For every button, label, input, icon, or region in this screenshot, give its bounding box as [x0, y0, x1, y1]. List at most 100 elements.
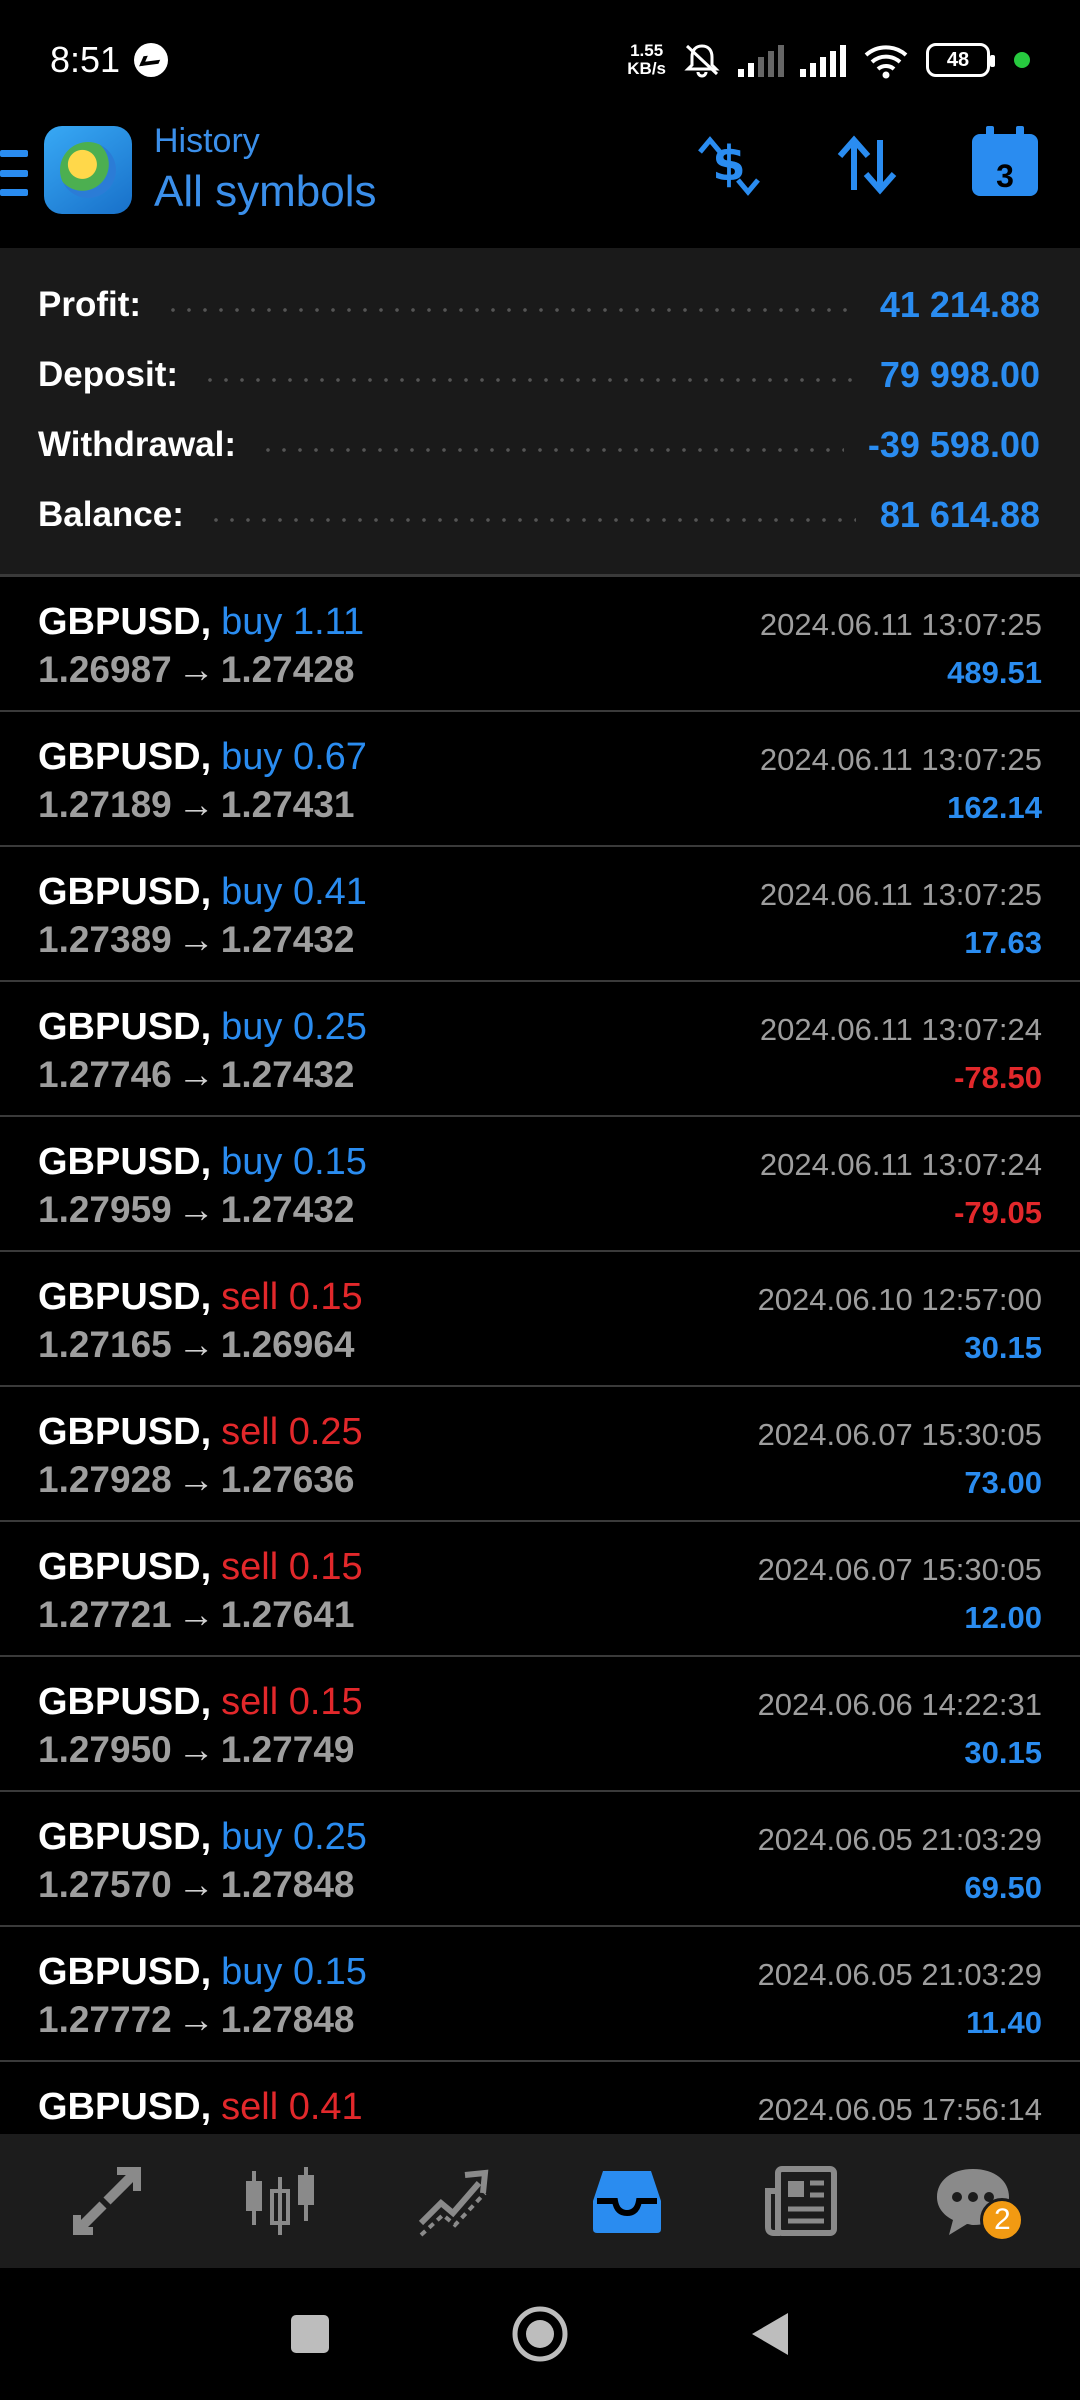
arrow-right-icon: → — [177, 919, 215, 960]
signal-strength-1-icon — [738, 43, 784, 77]
deal-close-price: 1.27432 — [220, 1054, 355, 1095]
deal-row[interactable]: GBPUSD, sell 0.15 1.27950 → 1.27749 2024.06.0… — [0, 1657, 1080, 1792]
balance-value: 81 614.88 — [879, 494, 1040, 535]
deal-title: GBPUSD, sell 0.25 — [38, 1411, 363, 1454]
deal-time: 2024.06.10 12:57:00 — [757, 1282, 1042, 1317]
dotted-leader — [260, 448, 844, 452]
deal-close-price: 1.27432 — [220, 919, 355, 960]
bottom-navigation: 2 — [0, 2134, 1080, 2268]
balance-label: Balance: — [38, 495, 184, 534]
deal-profit: -78.50 — [954, 1060, 1042, 1095]
nav-history[interactable] — [572, 2146, 682, 2256]
deal-row[interactable]: GBPUSD, buy 1.11 1.26987 → 1.27428 2024.06.11… — [0, 577, 1080, 712]
deal-symbol: GBPUSD, — [38, 1411, 212, 1453]
deal-close-price: 1.27848 — [220, 1999, 355, 2040]
deal-time: 2024.06.05 17:56:14 — [757, 2092, 1042, 2127]
deal-time: 2024.06.11 13:07:24 — [759, 1147, 1042, 1182]
deal-row[interactable]: GBPUSD, sell 0.15 1.27721 → 1.27641 2024.06.0… — [0, 1522, 1080, 1657]
deal-prices: 1.27721 → 1.27641 — [38, 1594, 355, 1636]
arrow-right-icon: → — [177, 1459, 215, 1500]
deal-profit: 30.15 — [964, 1330, 1042, 1365]
deal-title: GBPUSD, sell 0.15 — [38, 1276, 363, 1319]
deal-symbol: GBPUSD, — [38, 1681, 212, 1723]
deal-title: GBPUSD, buy 0.25 — [38, 1816, 367, 1859]
nav-trade[interactable] — [398, 2146, 508, 2256]
deal-row[interactable]: GBPUSD, sell 0.41 2024.06.05 17:56:14 — [0, 2062, 1080, 2134]
arrow-right-icon: → — [177, 1189, 215, 1230]
deal-close-price: 1.27432 — [220, 1189, 355, 1230]
deal-close-price: 1.27431 — [220, 784, 355, 825]
trade-icon — [419, 2169, 489, 2237]
nav-quotes[interactable] — [52, 2146, 162, 2256]
sort-button[interactable] — [832, 130, 902, 200]
deal-close-price: 1.27641 — [220, 1594, 355, 1635]
deal-row[interactable]: GBPUSD, buy 0.41 1.27389 → 1.27432 2024.06.11… — [0, 847, 1080, 982]
deal-prices: 1.27928 → 1.27636 — [38, 1459, 355, 1501]
back-button[interactable] — [735, 2299, 805, 2369]
deposit-label: Deposit: — [38, 355, 178, 394]
deal-profit: 17.63 — [964, 925, 1042, 960]
nav-chart[interactable] — [225, 2146, 335, 2256]
deal-title: GBPUSD, buy 0.15 — [38, 1141, 367, 1184]
deal-row[interactable]: GBPUSD, buy 0.15 1.27772 → 1.27848 2024.06.05… — [0, 1927, 1080, 2062]
deal-open-price: 1.27959 — [38, 1189, 172, 1230]
recents-button[interactable] — [275, 2299, 345, 2369]
deal-row[interactable]: GBPUSD, sell 0.15 1.27165 → 1.26964 2024.06.1… — [0, 1252, 1080, 1387]
deal-open-price: 1.27570 — [38, 1864, 172, 1905]
deal-row[interactable]: GBPUSD, sell 0.25 1.27928 → 1.27636 2024.06.0… — [0, 1387, 1080, 1522]
withdrawal-value: -39 598.00 — [867, 424, 1040, 465]
network-speed-value: 1.55 — [630, 41, 664, 60]
deposit-withdraw-button[interactable]: $ — [694, 130, 764, 200]
deal-row[interactable]: GBPUSD, buy 0.15 1.27959 → 1.27432 2024.06.11… — [0, 1117, 1080, 1252]
nav-messages[interactable]: 2 — [918, 2146, 1028, 2256]
deal-open-price: 1.27928 — [38, 1459, 172, 1500]
privacy-dot-icon — [1014, 52, 1030, 68]
arrow-right-icon: → — [177, 1054, 215, 1095]
deals-list[interactable]: GBPUSD, buy 1.11 1.26987 → 1.27428 2024.06.11… — [0, 577, 1080, 2134]
deal-title: GBPUSD, sell 0.15 — [38, 1546, 363, 1589]
deal-direction: buy 0.25 — [221, 1816, 367, 1858]
deal-prices: 1.27570 → 1.27848 — [38, 1864, 355, 1906]
deal-profit: -79.05 — [954, 1195, 1042, 1230]
triangle-back-icon — [752, 2313, 788, 2355]
deal-row[interactable]: GBPUSD, buy 0.25 1.27570 → 1.27848 2024.06.05… — [0, 1792, 1080, 1927]
arrow-right-icon: → — [177, 1729, 215, 1770]
summary-deposit-row: Deposit: 79 998.00 — [38, 340, 1040, 410]
messages-badge: 2 — [980, 2198, 1025, 2242]
nav-news[interactable] — [745, 2146, 855, 2256]
deal-prices: 1.27189 → 1.27431 — [38, 784, 355, 826]
deal-profit: 30.15 — [964, 1735, 1042, 1770]
battery-level: 48 — [946, 48, 970, 71]
arrow-right-icon: → — [177, 1594, 215, 1635]
deal-row[interactable]: GBPUSD, buy 0.67 1.27189 → 1.27431 2024.06.11… — [0, 712, 1080, 847]
deal-profit: 12.00 — [964, 1600, 1042, 1635]
deal-prices: 1.26987 → 1.27428 — [38, 649, 355, 691]
deal-direction: buy 0.67 — [221, 736, 367, 778]
calendar-day: 3 — [996, 158, 1014, 194]
square-icon — [291, 2315, 329, 2353]
arrow-right-icon: → — [177, 784, 215, 825]
history-inbox-icon — [592, 2171, 661, 2233]
deal-prices: 1.27772 → 1.27848 — [38, 1999, 355, 2041]
menu-icon[interactable] — [0, 150, 28, 196]
deal-open-price: 1.27950 — [38, 1729, 172, 1770]
deal-time: 2024.06.07 15:30:05 — [757, 1552, 1042, 1587]
profit-label: Profit: — [38, 285, 142, 324]
deal-time: 2024.06.11 13:07:25 — [759, 742, 1042, 777]
bell-off-icon — [684, 44, 720, 78]
header-titles[interactable]: History All symbols — [154, 120, 377, 217]
messenger-icon — [134, 43, 169, 77]
deal-symbol: GBPUSD, — [38, 1951, 212, 1993]
deal-direction: buy 0.25 — [221, 1006, 367, 1048]
deal-row[interactable]: GBPUSD, buy 0.25 1.27746 → 1.27432 2024.06.11… — [0, 982, 1080, 1117]
deal-symbol: GBPUSD, — [38, 1546, 212, 1588]
deal-title: GBPUSD, sell 0.15 — [38, 1681, 363, 1724]
app-header: History All symbols $ 3 — [0, 120, 1080, 245]
deal-direction: sell 0.15 — [221, 1546, 363, 1588]
deposit-value: 79 998.00 — [879, 354, 1040, 395]
metatrader-logo[interactable] — [44, 126, 132, 214]
period-button[interactable]: 3 — [970, 126, 1040, 200]
home-button[interactable] — [505, 2299, 575, 2369]
dotted-leader — [202, 378, 856, 382]
battery-icon: 48 — [926, 43, 995, 77]
